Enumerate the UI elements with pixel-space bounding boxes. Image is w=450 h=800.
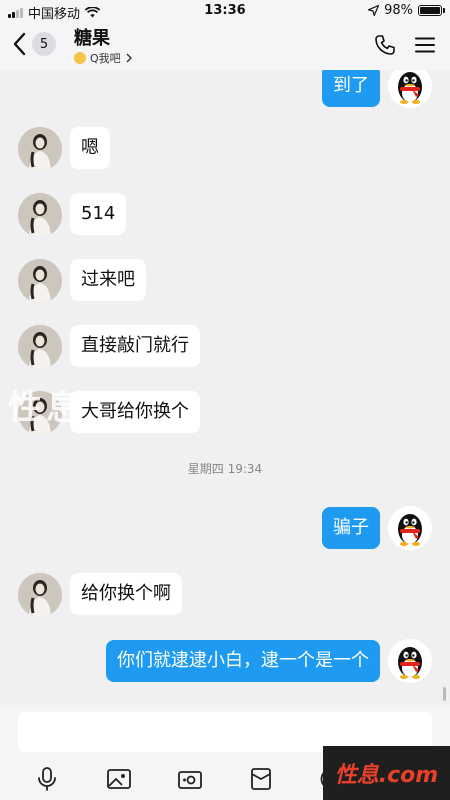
contact-avatar[interactable] xyxy=(18,325,62,369)
phone-icon[interactable] xyxy=(374,34,396,56)
message-bubble-incoming[interactable]: 514 xyxy=(70,193,127,235)
chat-header: 5 糖果 Q我吧 xyxy=(0,22,450,70)
menu-icon[interactable] xyxy=(414,34,436,56)
scrollbar[interactable] xyxy=(443,687,446,701)
my-avatar[interactable] xyxy=(388,639,432,683)
status-subtitle[interactable]: Q我吧 xyxy=(74,50,133,66)
header-actions xyxy=(374,34,436,56)
battery-icon xyxy=(418,5,445,16)
message-row: 给你换个啊 xyxy=(0,573,450,617)
battery-percent: 98% xyxy=(384,3,413,18)
subtitle-text: Q我吧 xyxy=(90,52,121,65)
status-right: 98% xyxy=(368,3,445,18)
message-row: 514 xyxy=(0,193,450,237)
contact-avatar[interactable] xyxy=(18,127,62,171)
message-row: 过来吧 xyxy=(0,259,450,303)
red-packet-button[interactable] xyxy=(246,764,276,794)
message-row: 骗子 xyxy=(0,506,450,550)
contact-avatar[interactable] xyxy=(18,259,62,303)
my-avatar[interactable] xyxy=(388,70,432,108)
location-arrow-icon xyxy=(368,5,380,16)
back-button[interactable]: 5 xyxy=(12,32,56,56)
chevron-left-icon xyxy=(13,32,26,56)
red-packet-icon xyxy=(251,768,271,790)
message-row: 直接敲门就行 xyxy=(0,325,450,369)
contact-avatar[interactable] xyxy=(18,573,62,617)
message-row: 到了 xyxy=(0,70,450,108)
status-bar: 中国移动 13:36 98% xyxy=(0,0,450,22)
message-bubble-incoming[interactable]: 给你换个啊 xyxy=(70,573,182,615)
voice-button[interactable] xyxy=(32,764,62,794)
image-icon xyxy=(107,769,131,789)
camera-button[interactable] xyxy=(175,764,205,794)
message-bubble-incoming[interactable]: 嗯 xyxy=(70,127,110,169)
chat-title[interactable]: 糖果 xyxy=(74,24,110,50)
message-bubble-outgoing[interactable]: 到了 xyxy=(322,70,380,107)
chevron-right-icon xyxy=(126,53,132,63)
watermark-overlay: 性息 xyxy=(8,388,84,428)
message-bubble-incoming[interactable]: 大哥给你换个 xyxy=(70,391,200,433)
time-divider: 星期四 19:34 xyxy=(187,462,263,476)
unread-badge: 5 xyxy=(32,32,56,56)
smiley-icon xyxy=(74,52,86,64)
image-button[interactable] xyxy=(104,764,134,794)
contact-avatar[interactable] xyxy=(18,193,62,237)
my-avatar[interactable] xyxy=(388,506,432,550)
watermark-logo: 性息.com xyxy=(323,746,450,800)
microphone-icon xyxy=(38,767,56,791)
message-bubble-incoming[interactable]: 直接敲门就行 xyxy=(70,325,200,367)
message-bubble-incoming[interactable]: 过来吧 xyxy=(70,259,146,301)
message-row: 嗯 xyxy=(0,127,450,171)
camera-icon xyxy=(178,771,202,789)
message-row: 你们就逮逮小白，逮一个是一个 xyxy=(0,639,450,683)
message-bubble-outgoing[interactable]: 你们就逮逮小白，逮一个是一个 xyxy=(106,640,380,682)
message-bubble-outgoing[interactable]: 骗子 xyxy=(322,507,380,549)
